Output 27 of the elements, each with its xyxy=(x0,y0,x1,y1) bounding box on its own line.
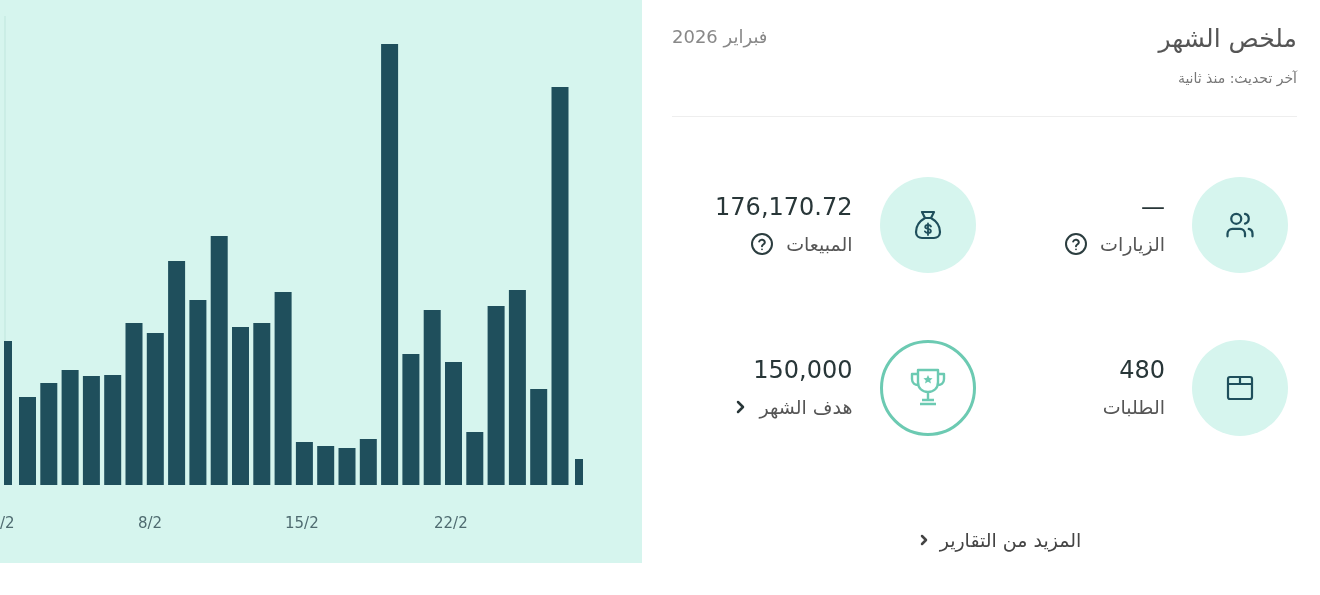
stat-value: 480 xyxy=(1119,356,1165,384)
updated-label: آخر تحديث: منذ ثانية xyxy=(1176,69,1297,88)
axis-label: 22/2 xyxy=(434,513,468,533)
help-icon[interactable] xyxy=(750,232,775,256)
stat-label: المبيعات xyxy=(786,232,853,257)
axis-label: 8/2 xyxy=(138,513,163,533)
axis-label: /2 xyxy=(0,513,15,533)
stat-label: الطلبات xyxy=(1102,395,1165,420)
stat-value: 176,170.72 xyxy=(715,193,853,221)
bar xyxy=(295,442,313,485)
bar xyxy=(466,432,484,485)
money-bag-icon xyxy=(912,209,943,241)
box-icon xyxy=(1225,374,1255,402)
stat-value: — xyxy=(1141,193,1165,221)
bar xyxy=(317,446,335,485)
bar xyxy=(575,459,583,485)
stat-value: 150,000 xyxy=(753,356,853,384)
period-label: فبراير 2026 xyxy=(672,25,768,50)
help-icon[interactable] xyxy=(1064,232,1088,256)
card-title: ملخص الشهر xyxy=(1158,23,1297,55)
more-reports-link[interactable]: المزيد من التقارير xyxy=(917,526,1082,555)
bar xyxy=(338,448,356,485)
bar xyxy=(359,439,377,485)
stat-label: الزيارات xyxy=(1100,232,1165,257)
stat-label: هدف الشهر xyxy=(759,395,853,420)
axis-label: 15/2 xyxy=(285,513,319,533)
users-icon xyxy=(1225,210,1255,240)
